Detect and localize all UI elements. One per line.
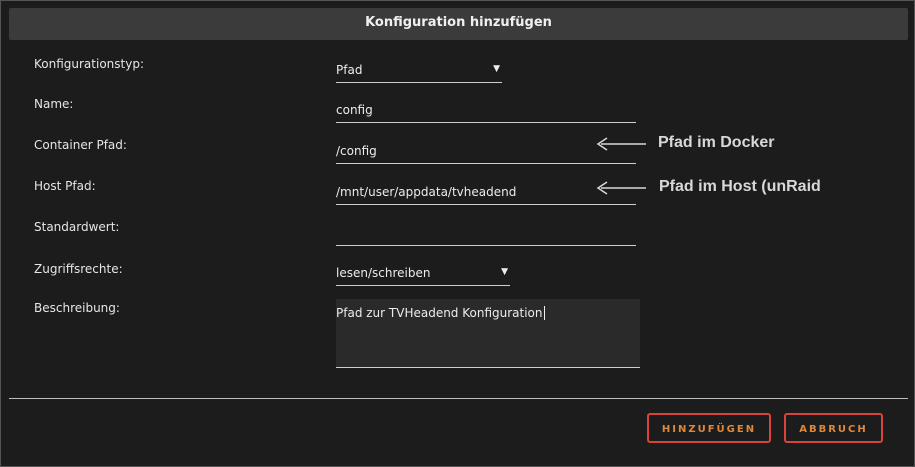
access-mode-select[interactable]: lesen/schreiben ▼ — [336, 261, 510, 286]
arrow-left-icon — [596, 137, 646, 151]
container-path-label: Container Pfad: — [34, 138, 127, 152]
config-type-select[interactable]: Pfad ▼ — [336, 58, 502, 83]
footer-divider — [9, 398, 908, 399]
name-label: Name: — [34, 97, 74, 111]
name-input[interactable]: config — [336, 98, 636, 123]
caret-down-icon: ▼ — [493, 64, 500, 74]
access-mode-label: Zugriffsrechte: — [34, 262, 123, 276]
default-value-input[interactable] — [336, 221, 636, 246]
config-type-value: Pfad — [336, 63, 363, 77]
arrow-left-icon — [596, 181, 646, 195]
container-path-input[interactable]: /config — [336, 139, 636, 164]
host-path-input[interactable]: /mnt/user/appdata/tvheadend — [336, 180, 636, 205]
description-label: Beschreibung: — [34, 301, 120, 315]
cancel-button[interactable]: ABBRUCH — [784, 413, 883, 443]
dialog-titlebar: Konfiguration hinzufügen — [9, 8, 908, 40]
description-textarea[interactable]: Pfad zur TVHeadend Konfiguration — [336, 299, 640, 368]
access-mode-value: lesen/schreiben — [336, 266, 431, 280]
container-path-value: /config — [336, 144, 377, 158]
host-path-label: Host Pfad: — [34, 179, 96, 193]
host-path-value: /mnt/user/appdata/tvheadend — [336, 185, 517, 199]
caret-down-icon: ▼ — [501, 267, 508, 277]
name-value: config — [336, 103, 373, 117]
add-config-dialog: Konfiguration hinzufügen Konfigurationst… — [0, 0, 915, 467]
default-value-label: Standardwert: — [34, 220, 120, 234]
dialog-title: Konfiguration hinzufügen — [365, 15, 552, 30]
add-button[interactable]: HINZUFÜGEN — [647, 413, 771, 443]
annotation-docker-path: Pfad im Docker — [658, 134, 775, 151]
annotation-host-path: Pfad im Host (unRaid — [659, 178, 821, 195]
config-type-label: Konfigurationstyp: — [34, 57, 144, 71]
description-value: Pfad zur TVHeadend Konfiguration — [336, 306, 545, 320]
